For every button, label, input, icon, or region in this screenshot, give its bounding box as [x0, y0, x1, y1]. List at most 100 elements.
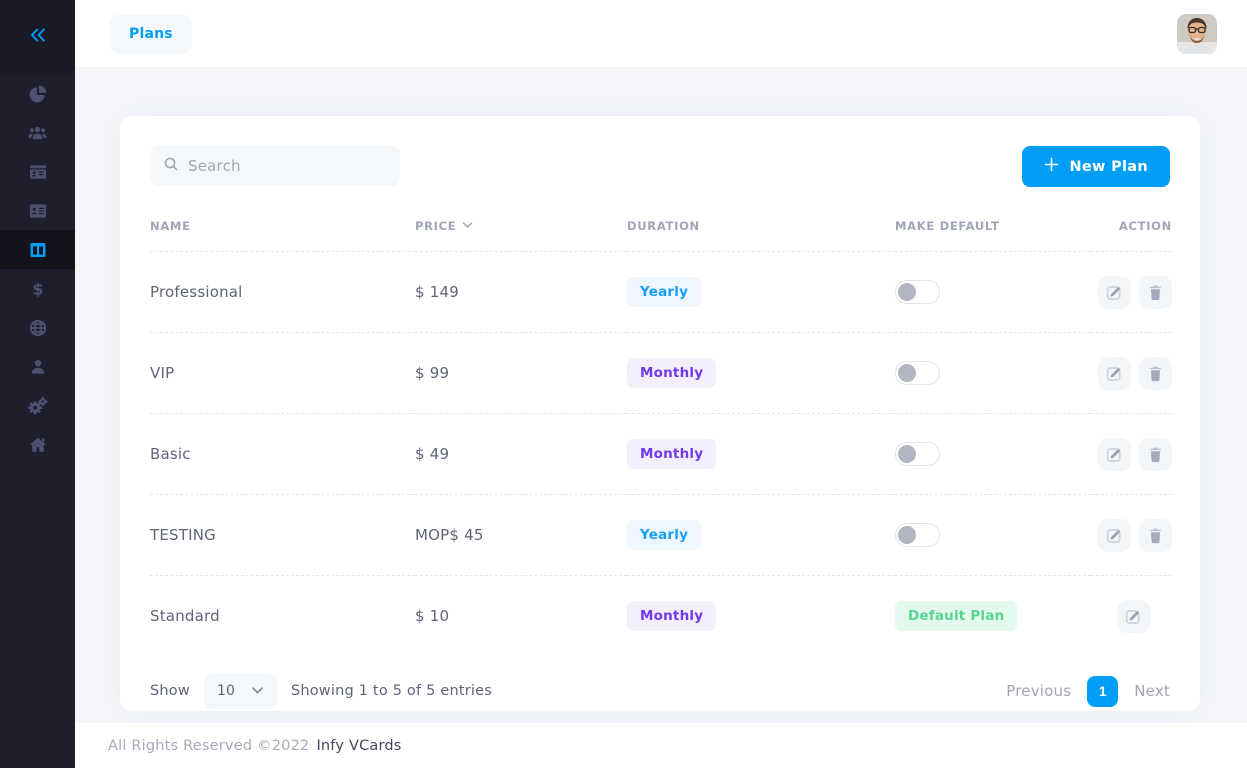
- avatar[interactable]: [1177, 14, 1217, 54]
- sidebar-item-home[interactable]: [0, 425, 75, 464]
- id-card-icon: [28, 162, 48, 182]
- delete-button[interactable]: [1139, 357, 1172, 390]
- toggle-knob: [898, 283, 916, 301]
- trash-icon: [1148, 446, 1163, 463]
- plan-price: MOP$ 45: [415, 526, 484, 544]
- search-icon: [163, 156, 179, 176]
- sidebar-collapse-button[interactable]: [0, 0, 75, 73]
- trash-icon: [1148, 365, 1163, 382]
- sidebar-item-user[interactable]: [0, 347, 75, 386]
- make-default-toggle[interactable]: [895, 523, 940, 547]
- sidebar-item-gears[interactable]: [0, 386, 75, 425]
- pagination: Previous 1 Next: [1006, 676, 1170, 707]
- table-row: Professional $ 149 Yearly: [150, 252, 1172, 333]
- column-header-make-default[interactable]: MAKE DEFAULT: [895, 193, 1091, 252]
- column-header-duration[interactable]: DURATION: [627, 193, 895, 252]
- sidebar-item-columns[interactable]: [0, 230, 75, 269]
- gears-icon: [27, 396, 48, 416]
- edit-button[interactable]: [1098, 276, 1131, 309]
- toggle-knob: [898, 526, 916, 544]
- plan-name: Standard: [150, 607, 220, 625]
- table-row: Standard $ 10 Monthly Default Plan: [150, 576, 1172, 657]
- duration-badge: Monthly: [627, 358, 716, 388]
- column-header-name[interactable]: NAME: [150, 193, 415, 252]
- table-footer: Show 10 Showing 1 to 5 of 5 entries Prev…: [120, 657, 1200, 709]
- next-page-button[interactable]: Next: [1134, 682, 1170, 700]
- show-label: Show: [150, 683, 190, 699]
- toggle-knob: [898, 445, 916, 463]
- sidebar-item-id-card[interactable]: [0, 152, 75, 191]
- topbar: Plans: [75, 0, 1247, 67]
- copyright-text: All Rights Reserved ©2022: [108, 738, 309, 754]
- svg-text:$: $: [32, 279, 43, 298]
- sidebar-item-address-card[interactable]: [0, 191, 75, 230]
- plan-name: Basic: [150, 445, 191, 463]
- previous-page-button[interactable]: Previous: [1006, 682, 1071, 700]
- chevron-down-icon: [251, 683, 264, 699]
- users-icon: [27, 123, 48, 143]
- table-row: TESTING MOP$ 45 Yearly: [150, 495, 1172, 576]
- make-default-toggle[interactable]: [895, 280, 940, 304]
- showing-entries-text: Showing 1 to 5 of 5 entries: [291, 683, 492, 699]
- page-size-value: 10: [217, 683, 235, 699]
- avatar-photo: [1177, 14, 1217, 54]
- plan-name: TESTING: [150, 526, 216, 544]
- page-size-select[interactable]: 10: [204, 674, 277, 709]
- brand-name: Infy VCards: [316, 738, 401, 754]
- double-chevron-left-icon: [27, 24, 49, 50]
- edit-button[interactable]: [1117, 600, 1150, 633]
- plan-name: VIP: [150, 364, 174, 382]
- trash-icon: [1148, 527, 1163, 544]
- duration-badge: Yearly: [627, 520, 701, 550]
- breadcrumb[interactable]: Plans: [110, 15, 192, 53]
- duration-badge: Monthly: [627, 439, 716, 469]
- plans-card: New Plan NAME PRICE DURATION MAKE DEFAUL…: [120, 116, 1200, 711]
- column-header-price[interactable]: PRICE: [415, 193, 627, 252]
- columns-icon: [28, 240, 48, 260]
- toggle-knob: [898, 364, 916, 382]
- search-input[interactable]: [188, 157, 387, 175]
- content: New Plan NAME PRICE DURATION MAKE DEFAUL…: [75, 67, 1247, 723]
- delete-button[interactable]: [1139, 519, 1172, 552]
- edit-icon: [1125, 608, 1142, 625]
- edit-button[interactable]: [1098, 357, 1131, 390]
- make-default-toggle[interactable]: [895, 361, 940, 385]
- delete-button[interactable]: [1139, 276, 1172, 309]
- sidebar-item-pie-chart[interactable]: [0, 74, 75, 113]
- home-icon: [28, 435, 48, 455]
- plan-price: $ 99: [415, 364, 449, 382]
- sidebar-nav: $: [0, 73, 75, 768]
- sidebar-item-users[interactable]: [0, 113, 75, 152]
- duration-badge: Yearly: [627, 277, 701, 307]
- globe-icon: [28, 318, 48, 338]
- edit-icon: [1106, 527, 1123, 544]
- delete-button[interactable]: [1139, 438, 1172, 471]
- plans-table: NAME PRICE DURATION MAKE DEFAULT ACTION …: [150, 193, 1172, 657]
- pie-chart-icon: [28, 84, 48, 104]
- address-card-icon: [28, 201, 48, 221]
- table-header-row: NAME PRICE DURATION MAKE DEFAULT ACTION: [150, 193, 1172, 252]
- table-row: VIP $ 99 Monthly: [150, 333, 1172, 414]
- app-footer: All Rights Reserved ©2022 Infy VCards: [75, 723, 1247, 768]
- sidebar-item-dollar[interactable]: $: [0, 269, 75, 308]
- chevron-down-icon: [462, 218, 473, 232]
- edit-button[interactable]: [1098, 519, 1131, 552]
- table-row: Basic $ 49 Monthly: [150, 414, 1172, 495]
- edit-icon: [1106, 365, 1123, 382]
- make-default-toggle[interactable]: [895, 442, 940, 466]
- sidebar-item-globe[interactable]: [0, 308, 75, 347]
- user-icon: [28, 357, 48, 377]
- edit-icon: [1106, 446, 1123, 463]
- search-box: [150, 146, 400, 186]
- plan-price: $ 149: [415, 283, 459, 301]
- sidebar: $: [0, 0, 75, 768]
- new-plan-button[interactable]: New Plan: [1022, 146, 1170, 187]
- plan-name: Professional: [150, 283, 243, 301]
- current-page-button[interactable]: 1: [1087, 676, 1118, 707]
- plan-price: $ 49: [415, 445, 449, 463]
- default-plan-badge: Default Plan: [895, 601, 1017, 631]
- plan-price: $ 10: [415, 607, 449, 625]
- edit-button[interactable]: [1098, 438, 1131, 471]
- duration-badge: Monthly: [627, 601, 716, 631]
- main-area: Plans: [75, 0, 1247, 768]
